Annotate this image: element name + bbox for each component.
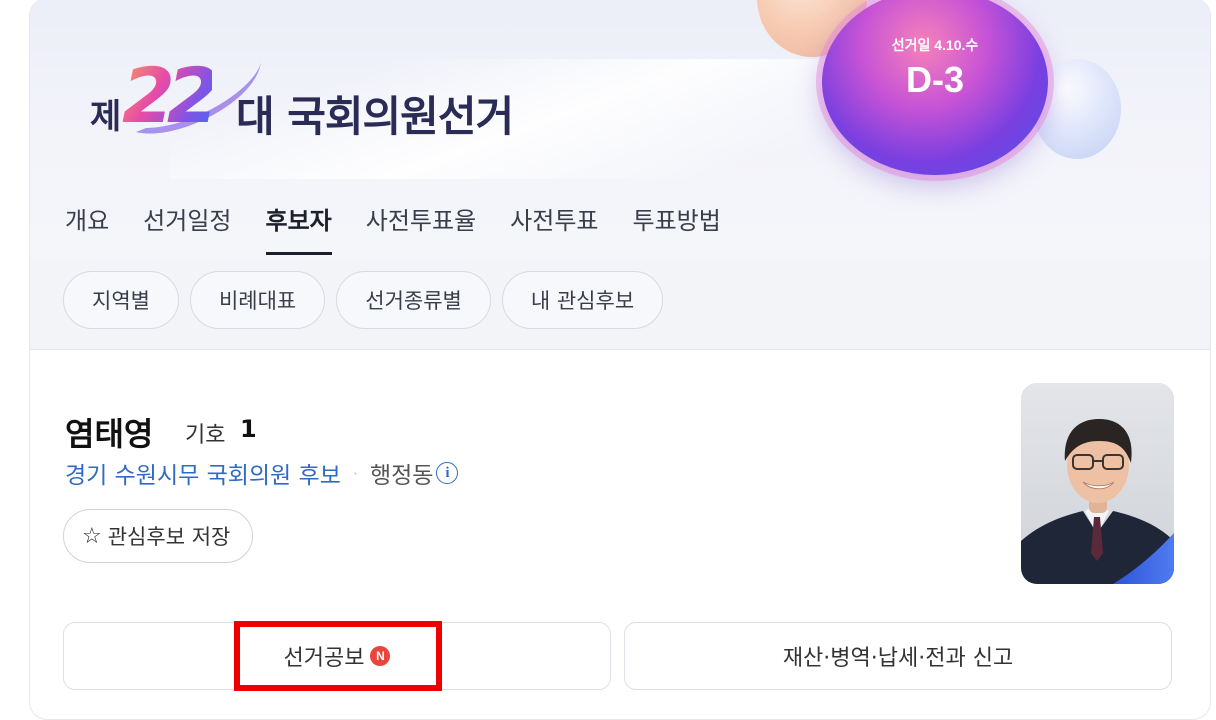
election-pledge-button[interactable]: 선거공보 N	[63, 622, 611, 690]
election-card: 제 22 대 국회의원선거 선거일 4.10.수 D-3 개요 선거일정 후보자…	[29, 0, 1211, 720]
subtabs-bar: 지역별 비례대표 선거종류별 내 관심후보	[30, 257, 1210, 350]
dday-value: D-3	[905, 59, 964, 100]
main-tabs: 개요 선거일정 후보자 사전투표율 사전투표 투표방법	[65, 199, 755, 255]
logo-number: 22	[122, 51, 220, 140]
tab-how-to-vote[interactable]: 투표방법	[632, 199, 720, 255]
subtab-by-region[interactable]: 지역별	[63, 271, 179, 329]
save-favorite-button[interactable]: ☆ 관심후보 저장	[63, 509, 254, 563]
candidate-name: 염태영	[65, 415, 154, 453]
subtab-my-favorites[interactable]: 내 관심후보	[501, 271, 664, 329]
district-link[interactable]: 경기 수원시무 국회의원 후보	[65, 456, 341, 490]
info-icon[interactable]: i	[436, 462, 459, 484]
election-date-label: 선거일 4.10.수	[891, 37, 979, 53]
subtab-proportional[interactable]: 비례대표	[189, 271, 326, 329]
tab-overview[interactable]: 개요	[65, 199, 109, 255]
election-logo[interactable]: 제 22 대 국회의원선거	[88, 37, 628, 147]
candidate-number: 1	[240, 415, 257, 443]
dday-badge: 선거일 4.10.수 D-3	[822, 0, 1048, 175]
candidate-district-row: 경기 수원시무 국회의원 후보 · 행정동 i	[65, 456, 459, 490]
election-header: 제 22 대 국회의원선거 선거일 4.10.수 D-3 개요 선거일정 후보자…	[30, 0, 1210, 258]
tab-candidates[interactable]: 후보자	[265, 199, 332, 255]
subtab-chips: 지역별 비례대표 선거종류별 내 관심후보	[63, 271, 674, 329]
tab-early-turnout[interactable]: 사전투표율	[366, 199, 476, 255]
separator-dot: ·	[352, 463, 358, 483]
admin-area-label[interactable]: 행정동	[370, 456, 433, 490]
tab-early-voting[interactable]: 사전투표	[510, 199, 598, 255]
logo-prefix: 제	[90, 97, 122, 137]
save-favorite-label: 관심후보 저장	[107, 525, 231, 549]
star-icon: ☆	[82, 523, 102, 549]
logo-title: 대 국회의원선거	[236, 92, 514, 141]
candidate-photo	[1021, 383, 1174, 584]
new-badge-icon: N	[370, 646, 391, 666]
candidate-number-label: 기호	[185, 423, 226, 448]
disclosure-report-button[interactable]: 재산·병역·납세·전과 신고	[624, 622, 1172, 690]
disclosure-report-label: 재산·병역·납세·전과 신고	[782, 646, 1014, 671]
candidate-portrait	[1021, 383, 1174, 584]
subtab-by-election-type[interactable]: 선거종류별	[336, 271, 491, 329]
tab-schedule[interactable]: 선거일정	[143, 199, 231, 255]
election-pledge-label: 선거공보	[283, 646, 365, 671]
